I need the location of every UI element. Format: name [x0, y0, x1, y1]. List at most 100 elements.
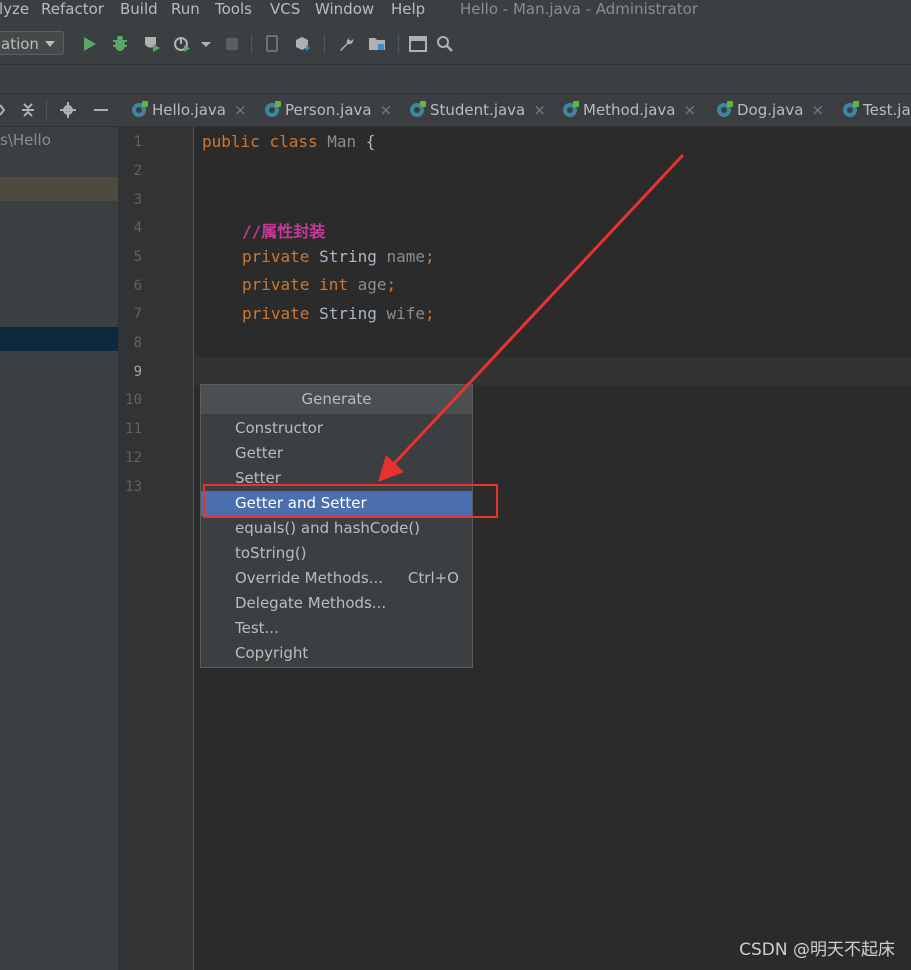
run-icon[interactable] — [80, 35, 98, 53]
device-icon[interactable] — [263, 35, 281, 53]
close-icon[interactable]: × — [234, 101, 247, 119]
line-number: 12 — [125, 450, 142, 466]
java-class-icon — [563, 101, 579, 117]
line-number: 1 — [133, 134, 142, 150]
gear-icon[interactable] — [60, 102, 76, 118]
tab-test-java[interactable]: Test.ja — [843, 94, 911, 126]
menu-tools[interactable]: Tools — [215, 0, 252, 20]
chevron-down-icon[interactable] — [200, 35, 212, 53]
code-line-5: private String name; — [242, 247, 435, 266]
build-icon[interactable] — [294, 35, 312, 53]
line-number: 6 — [133, 278, 142, 294]
type-name: int — [319, 275, 348, 294]
project-tree-row-selected[interactable] — [0, 327, 118, 351]
menu-help[interactable]: Help — [391, 0, 425, 20]
toolbar-separator — [324, 34, 325, 54]
close-icon[interactable]: × — [533, 101, 546, 119]
collapse-icon[interactable] — [0, 102, 8, 118]
tab-person-java[interactable]: Person.java × — [265, 94, 392, 126]
code-line-1: public class Man { — [202, 132, 375, 151]
generate-item-equals-hashcode[interactable]: equals() and hashCode() — [201, 516, 472, 541]
menu-refactor[interactable]: Refactor — [41, 0, 104, 20]
profile-icon[interactable] — [173, 35, 191, 53]
tab-label: Student.java — [430, 101, 526, 119]
brace: { — [365, 132, 376, 151]
code-comment: //属性封装 — [242, 222, 326, 241]
annotation-highlight-box — [203, 484, 498, 518]
generate-item-delegate-methods[interactable]: Delegate Methods... — [201, 591, 472, 616]
tab-dog-java[interactable]: Dog.java × — [717, 94, 824, 126]
item-label: Constructor — [235, 419, 324, 437]
run-configuration-label: ation — [1, 35, 39, 53]
close-icon[interactable]: × — [811, 101, 824, 119]
tab-label: Person.java — [285, 101, 372, 119]
java-class-icon — [717, 101, 733, 117]
keyword: class — [269, 132, 318, 151]
line-number-current: 9 — [133, 364, 142, 380]
stop-icon[interactable] — [223, 35, 241, 53]
line-number: 7 — [133, 306, 142, 322]
watermark: CSDN @明天不起床 — [739, 940, 895, 960]
editor-tab-bar: Hello.java × Person.java × Student.java … — [118, 94, 911, 127]
menu-build[interactable]: Build — [120, 0, 158, 20]
generate-item-override-methods[interactable]: Override Methods... Ctrl+O — [201, 566, 472, 591]
java-class-icon — [265, 101, 281, 117]
java-class-icon — [410, 101, 426, 117]
project-tree-row-highlighted[interactable] — [0, 177, 118, 201]
java-class-icon — [843, 101, 859, 117]
line-number: 8 — [133, 335, 142, 351]
generate-item-getter[interactable]: Getter — [201, 441, 472, 466]
toolbar-separator — [251, 34, 252, 54]
generate-item-copyright[interactable]: Copyright — [201, 641, 472, 666]
line-number: 13 — [125, 479, 142, 495]
item-label: Test... — [235, 619, 279, 637]
tab-method-java[interactable]: Method.java × — [563, 94, 696, 126]
expand-collapse-icon[interactable] — [20, 102, 36, 118]
tab-student-java[interactable]: Student.java × — [410, 94, 546, 126]
line-number: 4 — [133, 220, 142, 236]
semicolon: ; — [425, 304, 435, 323]
tab-label: Test.ja — [863, 101, 911, 119]
item-label: Copyright — [235, 644, 309, 662]
chevron-down-icon — [45, 41, 55, 47]
coverage-icon[interactable] — [143, 35, 161, 53]
menu-run[interactable]: Run — [171, 0, 200, 20]
run-configuration-select[interactable]: ation — [0, 31, 64, 55]
tab-label: Hello.java — [152, 101, 226, 119]
terminal-icon[interactable] — [409, 35, 427, 53]
tab-label: Method.java — [583, 101, 676, 119]
shortcut-label: Ctrl+O — [407, 569, 459, 587]
menu-vcs[interactable]: VCS — [270, 0, 300, 20]
current-line-highlight — [194, 357, 911, 385]
line-number: 11 — [125, 421, 142, 437]
project-panel — [0, 94, 118, 970]
field-name: name — [386, 247, 426, 266]
semicolon: ; — [425, 247, 435, 266]
close-icon[interactable]: × — [380, 101, 393, 119]
field-name: age — [357, 275, 387, 294]
generate-item-tostring[interactable]: toString() — [201, 541, 472, 566]
java-class-icon — [132, 101, 148, 117]
item-label: Getter — [235, 444, 284, 462]
generate-item-test[interactable]: Test... — [201, 616, 472, 641]
menu-window[interactable]: Window — [315, 0, 374, 20]
code-line-7: private String wife; — [242, 304, 435, 323]
hide-panel-icon[interactable] — [93, 102, 109, 118]
keyword: private — [242, 275, 310, 294]
debug-icon[interactable] — [111, 35, 129, 53]
menu-analyze[interactable]: lyze — [0, 0, 29, 20]
settings-icon[interactable] — [337, 35, 355, 53]
item-label: Delegate Methods... — [235, 594, 387, 612]
search-icon[interactable] — [436, 35, 454, 53]
tab-label: Dog.java — [737, 101, 804, 119]
keyword: private — [242, 304, 310, 323]
toolbar-separator — [398, 34, 399, 54]
close-icon[interactable]: × — [683, 101, 696, 119]
window-title: Hello - Man.java - Administrator — [460, 0, 699, 18]
tab-hello-java[interactable]: Hello.java × — [132, 94, 247, 126]
semicolon: ; — [386, 275, 397, 294]
project-structure-icon[interactable] — [368, 35, 386, 53]
item-label: equals() and hashCode() — [235, 519, 421, 537]
generate-item-constructor[interactable]: Constructor — [201, 416, 472, 441]
keyword: private — [242, 247, 310, 266]
